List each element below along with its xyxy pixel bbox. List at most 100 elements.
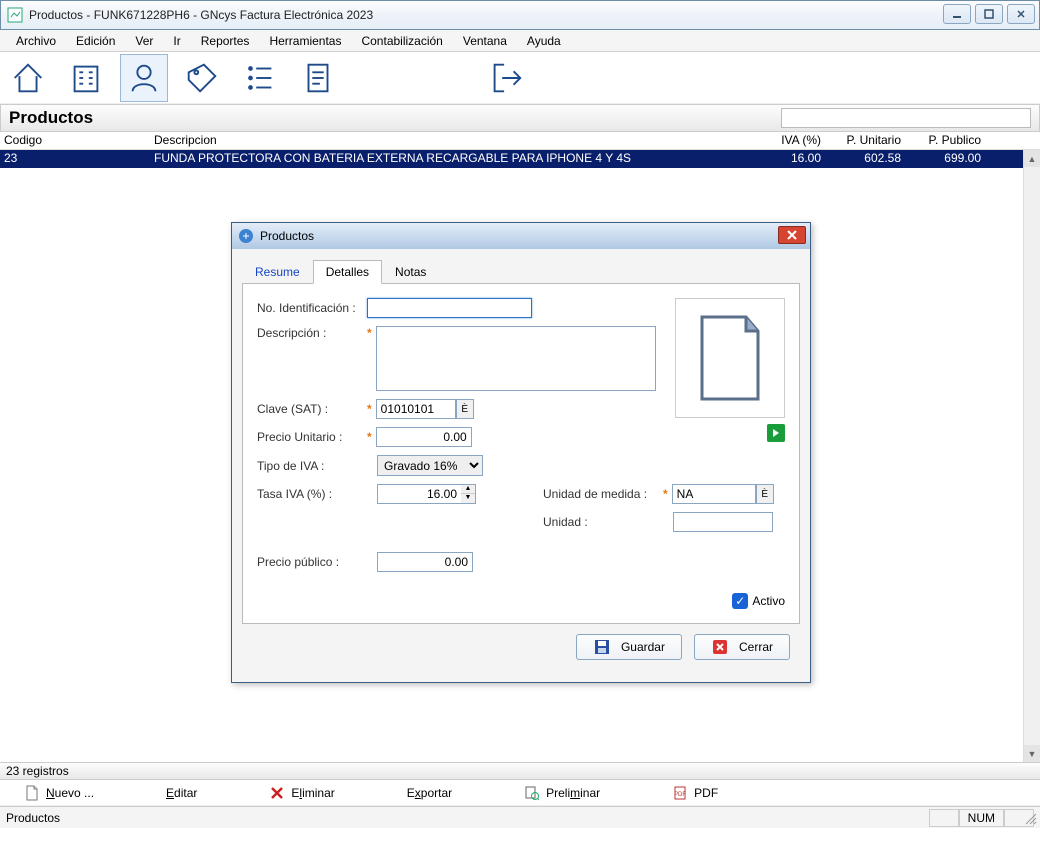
row-count-text: 23 registros xyxy=(6,764,69,778)
toolbar-company[interactable] xyxy=(62,54,110,102)
label-unidad: Unidad : xyxy=(543,515,663,529)
maximize-button[interactable] xyxy=(975,4,1003,24)
toolbar-tag[interactable] xyxy=(178,54,226,102)
input-tasa-iva[interactable] xyxy=(377,484,461,504)
select-tipo-iva[interactable]: Gravado 16% xyxy=(377,455,483,476)
menu-ir[interactable]: Ir xyxy=(165,32,188,50)
activo-checkbox-row: ✓ Activo xyxy=(732,593,785,609)
required-marker: * xyxy=(367,326,372,340)
document-icon xyxy=(690,313,770,403)
clave-sat-dropdown-icon[interactable]: È xyxy=(456,399,474,419)
close-button[interactable] xyxy=(1007,4,1035,24)
menu-reportes[interactable]: Reportes xyxy=(193,32,258,50)
action-eliminar[interactable]: Eliminar xyxy=(269,785,334,801)
tab-resume[interactable]: Resume xyxy=(242,260,313,284)
toolbar-document[interactable] xyxy=(294,54,342,102)
required-marker: * xyxy=(367,402,372,416)
action-nuevo[interactable]: Nuevo ... xyxy=(24,785,94,801)
action-editar[interactable]: Editar xyxy=(166,786,197,800)
col-punitario[interactable]: P. Unitario xyxy=(825,132,905,149)
label-unidad-medida: Unidad de medida : xyxy=(543,487,663,501)
col-descripcion[interactable]: Descripcion xyxy=(150,132,765,149)
scroll-up-icon[interactable]: ▲ xyxy=(1024,150,1040,167)
activo-checkbox[interactable]: ✓ xyxy=(732,593,748,609)
guardar-label: Guardar xyxy=(621,640,665,654)
menubar: Archivo Edición Ver Ir Reportes Herramie… xyxy=(0,30,1040,52)
action-nuevo-label: Nuevo ... xyxy=(46,786,94,800)
table-row[interactable]: 23 FUNDA PROTECTORA CON BATERIA EXTERNA … xyxy=(0,150,1040,168)
tab-content-detalles: No. Identificación : Descripción : * Cla… xyxy=(242,284,800,624)
required-marker: * xyxy=(663,487,668,501)
window-controls xyxy=(943,4,1035,24)
row-count-bar: 23 registros xyxy=(0,762,1040,780)
menu-ayuda[interactable]: Ayuda xyxy=(519,32,569,50)
dialog-body: Resume Detalles Notas No. Identificación… xyxy=(232,249,810,682)
next-image-button[interactable] xyxy=(767,424,785,442)
app-icon xyxy=(7,7,23,23)
section-header: Productos xyxy=(0,104,1040,132)
input-descripcion[interactable] xyxy=(376,326,656,391)
cerrar-button[interactable]: Cerrar xyxy=(694,634,790,660)
window-titlebar: Productos - FUNK671228PH6 - GNcys Factur… xyxy=(0,0,1040,30)
input-no-identificacion[interactable] xyxy=(367,298,532,318)
status-num: NUM xyxy=(959,809,1004,827)
toolbar-list[interactable] xyxy=(236,54,284,102)
pdf-icon: PDF xyxy=(672,785,688,801)
productos-dialog: Productos Resume Detalles Notas No. Iden… xyxy=(231,222,811,683)
col-ppublico[interactable]: P. Publico xyxy=(905,132,985,149)
resize-grip-icon[interactable] xyxy=(1024,812,1038,826)
guardar-button[interactable]: Guardar xyxy=(576,634,682,660)
statusbar: Productos NUM xyxy=(0,806,1040,828)
dialog-title-text: Productos xyxy=(260,229,314,243)
menu-ver[interactable]: Ver xyxy=(127,32,161,50)
required-marker: * xyxy=(367,430,372,444)
status-left: Productos xyxy=(6,811,60,825)
dialog-close-button[interactable] xyxy=(778,226,806,244)
toolbar-home[interactable] xyxy=(4,54,52,102)
unidad-medida-dropdown-icon[interactable]: È xyxy=(756,484,774,504)
search-input[interactable] xyxy=(781,108,1031,128)
status-cell-1 xyxy=(929,809,959,827)
grid-column-headers: Codigo Descripcion IVA (%) P. Unitario P… xyxy=(0,132,1040,150)
cell-ppublico: 699.00 xyxy=(905,150,985,168)
scroll-down-icon[interactable]: ▼ xyxy=(1024,745,1040,762)
col-codigo[interactable]: Codigo xyxy=(0,132,150,149)
input-clave-sat[interactable] xyxy=(376,399,456,419)
action-editar-label: Editar xyxy=(166,786,197,800)
vertical-scrollbar[interactable]: ▲ ▼ xyxy=(1023,150,1040,762)
label-tipo-iva: Tipo de IVA : xyxy=(257,459,367,473)
menu-herramientas[interactable]: Herramientas xyxy=(261,32,349,50)
minimize-button[interactable] xyxy=(943,4,971,24)
cell-punitario: 602.58 xyxy=(825,150,905,168)
cell-iva: 16.00 xyxy=(765,150,825,168)
menu-archivo[interactable]: Archivo xyxy=(8,32,64,50)
action-exportar-label: Exportar xyxy=(407,786,452,800)
cell-codigo: 23 xyxy=(0,150,150,168)
input-precio-unitario[interactable] xyxy=(376,427,472,447)
action-exportar[interactable]: Exportar xyxy=(407,786,452,800)
menu-contabilizacion[interactable]: Contabilización xyxy=(353,32,450,50)
svg-text:PDF: PDF xyxy=(674,792,686,798)
tasa-iva-spinner[interactable]: ▲▼ xyxy=(461,484,476,504)
input-unidad[interactable] xyxy=(673,512,773,532)
cell-descripcion: FUNDA PROTECTORA CON BATERIA EXTERNA REC… xyxy=(150,150,765,168)
col-iva[interactable]: IVA (%) xyxy=(765,132,825,149)
tab-notas[interactable]: Notas xyxy=(382,260,439,284)
save-icon xyxy=(593,638,611,656)
input-precio-publico[interactable] xyxy=(377,552,473,572)
input-unidad-medida[interactable] xyxy=(672,484,756,504)
menu-ventana[interactable]: Ventana xyxy=(455,32,515,50)
menu-edicion[interactable]: Edición xyxy=(68,32,123,50)
tab-detalles[interactable]: Detalles xyxy=(313,260,382,284)
label-precio-unitario: Precio Unitario : xyxy=(257,430,367,444)
label-activo: Activo xyxy=(752,594,785,608)
delete-icon xyxy=(269,785,285,801)
toolbar-customers[interactable] xyxy=(120,54,168,102)
action-pdf[interactable]: PDF PDF xyxy=(672,785,718,801)
dialog-buttons: Guardar Cerrar xyxy=(242,624,800,672)
action-preliminar[interactable]: Preliminar xyxy=(524,785,600,801)
window-title: Productos - FUNK671228PH6 - GNcys Factur… xyxy=(29,8,373,22)
label-no-identificacion: No. Identificación : xyxy=(257,301,367,315)
preview-icon xyxy=(524,785,540,801)
toolbar-exit[interactable] xyxy=(482,54,530,102)
